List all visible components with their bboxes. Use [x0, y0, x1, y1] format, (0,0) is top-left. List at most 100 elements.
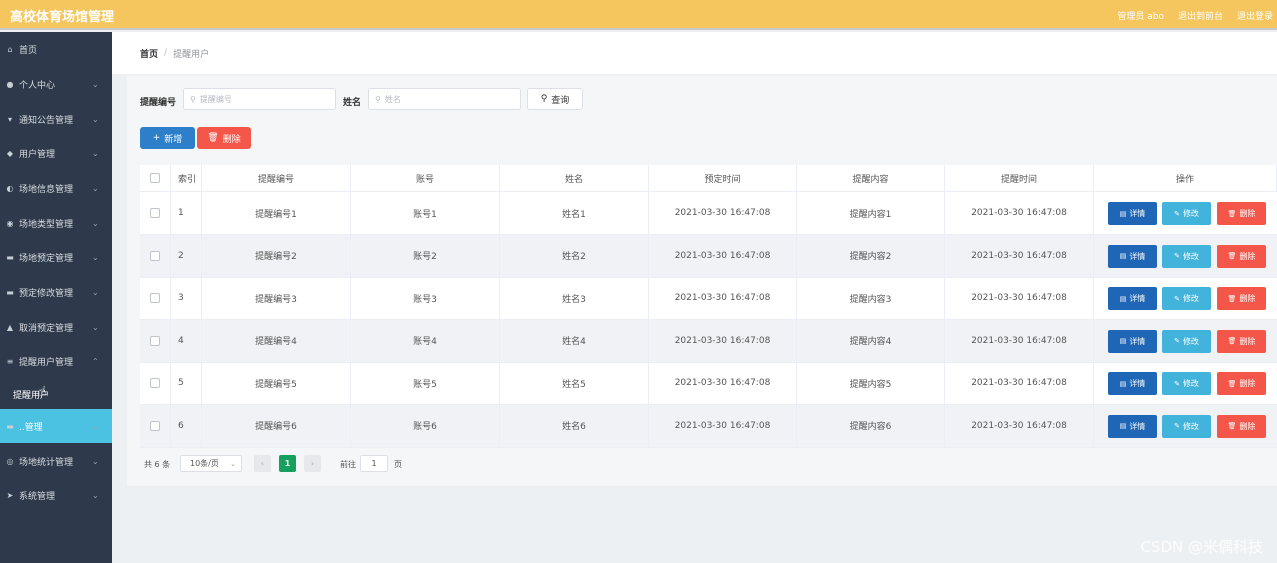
cell-actions: ▤ 详情 ✎ 修改 🗑 删除	[1094, 320, 1277, 362]
delete-button[interactable]: 🗑 删除	[1217, 372, 1266, 395]
mouse-cursor-icon: ☝	[38, 384, 47, 400]
edit-button[interactable]: ✎ 修改	[1162, 244, 1211, 268]
edit-button[interactable]: ✎ 修改	[1162, 202, 1211, 225]
plus-icon: +	[152, 133, 161, 143]
sidebar-item-2[interactable]: ▾ 通知公告管理 ⌄	[0, 102, 112, 136]
row-checkbox[interactable]	[150, 208, 160, 218]
sidebar-item-10[interactable]: 提醒用户	[0, 377, 112, 411]
cell-remind-no: 提醒编号1	[202, 192, 351, 234]
sidebar-item-label: 场地预定管理	[19, 253, 74, 264]
next-page-button[interactable]: ›	[304, 455, 321, 472]
sidebar-item-label: 用户管理	[19, 149, 56, 160]
delete-button[interactable]: 🗑 删除	[1217, 244, 1266, 268]
select-all-checkbox[interactable]	[150, 173, 160, 183]
sidebar-item-13[interactable]: ➤ 系统管理 ⌄	[0, 478, 112, 512]
chevron-right-icon: ›	[310, 459, 315, 468]
cell-index: 2	[171, 234, 202, 277]
content-panel: 提醒编号 ⚲ 提醒编号 姓名 ⚲ 姓名 ⚲ 查询 + 新增 🗑 删除 索引 提醒编…	[127, 76, 1277, 486]
sidebar-item-9[interactable]: ≡ 提醒用户管理 ⌃	[0, 344, 112, 378]
cell-remind-no: 提醒编号4	[202, 319, 351, 362]
cell-account: 账号1	[351, 192, 500, 234]
sidebar-item-12[interactable]: ◎ 场地统计管理 ⌄	[0, 444, 112, 478]
detail-button[interactable]: ▤ 详情	[1108, 372, 1157, 395]
back-to-home-link[interactable]: 退出到前台	[1178, 9, 1223, 22]
sidebar-item-label: ..管理	[19, 422, 43, 433]
edit-button[interactable]: ✎ 修改	[1162, 287, 1211, 310]
name-input[interactable]: ⚲ 姓名	[368, 88, 521, 110]
document-icon: ▤	[1119, 422, 1127, 430]
page-number-current[interactable]: 1	[279, 455, 296, 472]
admin-user-label: 管理员 abo	[1117, 12, 1164, 22]
row-checkbox[interactable]	[150, 420, 160, 431]
detail-button[interactable]: ▤ 详情	[1108, 329, 1157, 353]
sidebar-item-0[interactable]: ⌂ 首页	[0, 32, 112, 66]
sidebar-item-5[interactable]: ◉ 场地类型管理 ⌄	[0, 206, 112, 240]
prev-page-button[interactable]: ‹	[254, 455, 271, 472]
document-icon: ▤	[1119, 252, 1127, 260]
sidebar-item-4[interactable]: ◐ 场地信息管理 ⌄	[0, 171, 112, 205]
pencil-icon: ✎	[1174, 294, 1180, 303]
delete-button[interactable]: 🗑 删除	[1217, 202, 1266, 225]
page-size-select[interactable]: 10条/页 ⌄	[180, 455, 242, 472]
sidebar-item-6[interactable]: ▬ 场地预定管理 ⌄	[0, 240, 112, 274]
row-checkbox[interactable]	[150, 250, 160, 261]
trash-icon: 🗑	[1227, 337, 1237, 345]
delete-button[interactable]: 🗑 删除	[1217, 414, 1266, 438]
venue-icon: ◐	[6, 183, 14, 193]
cell-name: 姓名3	[500, 277, 649, 319]
pencil-icon: ✎	[1174, 252, 1180, 260]
sidebar-item-11[interactable]: ▬ ..管理 ⌄	[0, 409, 112, 443]
edit-button-label: 修改	[1182, 336, 1199, 346]
bulk-delete-button[interactable]: 🗑 删除	[197, 127, 251, 149]
delete-button[interactable]: 🗑 删除	[1217, 287, 1266, 310]
cell-remind-no: 提醒编号5	[202, 362, 351, 404]
home-icon: ⌂	[7, 44, 13, 54]
edit-button[interactable]: ✎ 修改	[1162, 372, 1211, 395]
chevron-down-icon: ⌄	[92, 183, 99, 193]
remind-no-input[interactable]: ⚲ 提醒编号	[183, 88, 336, 110]
cell-account: 账号5	[351, 362, 500, 404]
row-checkbox[interactable]	[150, 293, 160, 303]
detail-button[interactable]: ▤ 详情	[1108, 244, 1157, 268]
cell-content: 提醒内容4	[797, 319, 945, 362]
document-icon: ▤	[1119, 379, 1127, 388]
delete-button[interactable]: 🗑 删除	[1217, 329, 1266, 353]
cell-account: 账号3	[351, 277, 500, 319]
breadcrumb-home[interactable]: 首页	[140, 47, 158, 60]
cell-name: 姓名4	[500, 319, 649, 362]
cancel-icon: ▲	[6, 322, 14, 332]
type-icon: ◉	[6, 218, 14, 228]
query-button[interactable]: ⚲ 查询	[527, 88, 583, 110]
sidebar-item-7[interactable]: ▬ 预定修改管理 ⌄	[0, 275, 112, 309]
delete-button-label: 删除	[1239, 379, 1256, 388]
row-checkbox[interactable]	[150, 378, 160, 388]
search-icon: ⚲	[375, 94, 381, 104]
sidebar-item-label: 系统管理	[19, 491, 56, 502]
edit-button[interactable]: ✎ 修改	[1162, 414, 1211, 438]
cell-actions: ▤ 详情 ✎ 修改 🗑 删除	[1094, 277, 1277, 319]
detail-button-label: 详情	[1129, 336, 1146, 346]
cell-name: 姓名2	[500, 234, 649, 277]
cell-booking-time: 2021-03-30 16:47:08	[649, 234, 797, 277]
cell-index: 5	[171, 362, 202, 404]
remind-no-placeholder: 提醒编号	[199, 94, 232, 104]
cell-index: 4	[171, 319, 202, 362]
cell-remind-time: 2021-03-30 16:47:08	[945, 192, 1094, 234]
add-button[interactable]: + 新增	[140, 127, 195, 149]
logout-link[interactable]: 退出登录	[1237, 9, 1273, 22]
trash-icon: 🗑	[1227, 422, 1237, 430]
detail-button[interactable]: ▤ 详情	[1108, 202, 1157, 225]
row-checkbox[interactable]	[150, 335, 160, 346]
cell-index: 3	[171, 277, 202, 319]
sidebar-item-8[interactable]: ▲ 取消预定管理 ⌄	[0, 310, 112, 344]
column-header: 姓名	[500, 165, 649, 191]
sidebar-item-3[interactable]: ◆ 用户管理 ⌄	[0, 136, 112, 170]
detail-button[interactable]: ▤ 详情	[1108, 414, 1157, 438]
pagination-total: 共 6 条	[144, 460, 171, 469]
row-select-cell	[140, 277, 171, 319]
cell-account: 账号6	[351, 404, 500, 447]
detail-button[interactable]: ▤ 详情	[1108, 287, 1157, 310]
goto-page-input[interactable]: 1	[360, 455, 388, 472]
sidebar-item-1[interactable]: ● 个人中心 ⌄	[0, 67, 112, 101]
edit-button[interactable]: ✎ 修改	[1162, 329, 1211, 353]
